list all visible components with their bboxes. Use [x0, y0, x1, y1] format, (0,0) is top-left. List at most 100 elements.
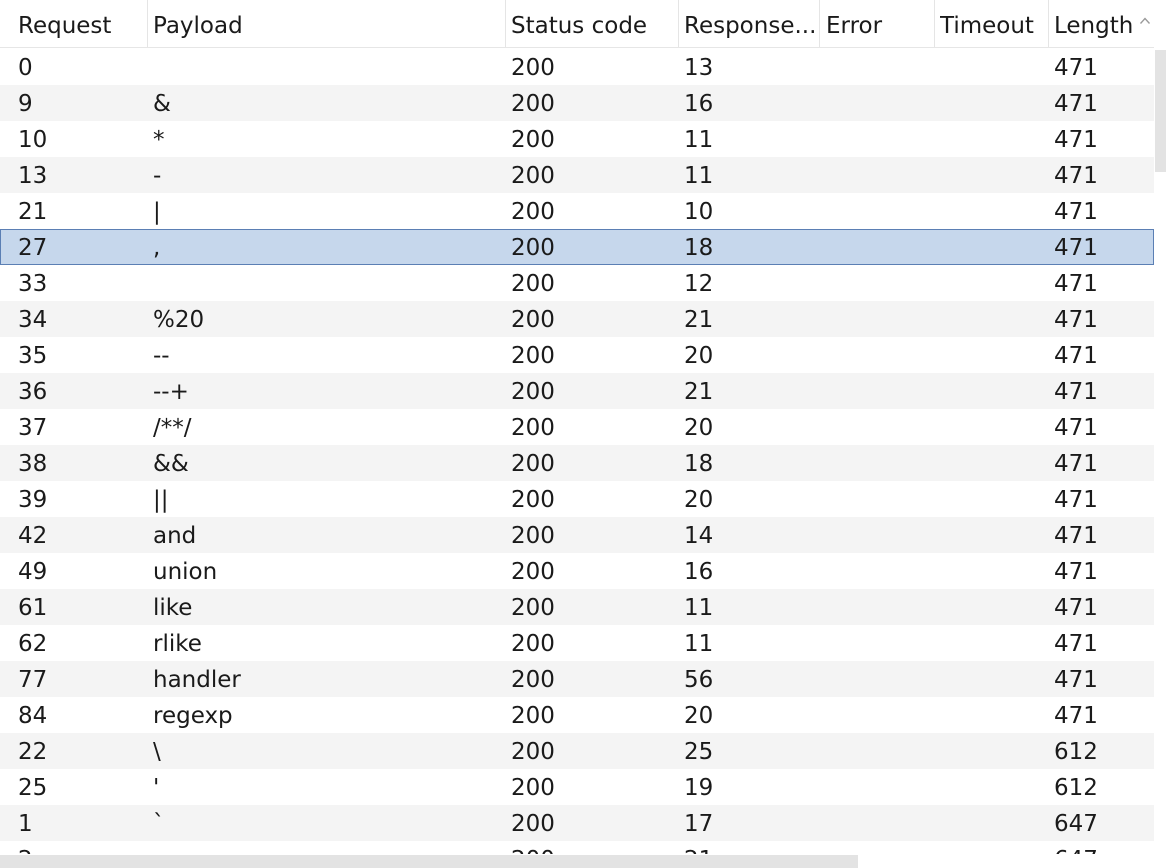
table-row[interactable]: 36 --+ 200 21 471 [0, 373, 1154, 409]
payload-cell: & [153, 91, 171, 117]
length-cell: 471 [1054, 163, 1098, 189]
request-cell: 0 [18, 55, 33, 81]
request-cell: 77 [18, 667, 48, 693]
column-header-error[interactable]: Error [826, 0, 931, 47]
chevron-up-icon[interactable] [1139, 15, 1151, 27]
status-code-cell: 200 [511, 775, 555, 801]
table-row[interactable]: 0 200 13 471 [0, 49, 1154, 85]
payload-cell: regexp [153, 703, 233, 729]
column-header-request[interactable]: Request [18, 0, 143, 47]
payload-cell: ` [153, 811, 165, 837]
request-cell: 27 [18, 235, 48, 261]
table-row[interactable]: 34 %20 200 21 471 [0, 301, 1154, 337]
request-cell: 42 [18, 523, 48, 549]
length-cell: 471 [1054, 667, 1098, 693]
table-row[interactable]: 61 like 200 11 471 [0, 589, 1154, 625]
payload-cell: %20 [153, 307, 205, 333]
vertical-scrollbar-thumb[interactable] [1155, 50, 1166, 172]
horizontal-scrollbar-thumb[interactable] [0, 855, 858, 868]
status-code-cell: 200 [511, 379, 555, 405]
status-code-cell: 200 [511, 91, 555, 117]
column-header-length[interactable]: Length [1054, 0, 1136, 47]
request-cell: 37 [18, 415, 48, 441]
column-header-status-code[interactable]: Status code [511, 0, 673, 47]
status-code-cell: 200 [511, 667, 555, 693]
length-cell: 471 [1054, 559, 1098, 585]
status-code-cell: 200 [511, 595, 555, 621]
request-cell: 36 [18, 379, 48, 405]
response-received-cell: 11 [684, 163, 714, 189]
length-cell: 471 [1054, 703, 1098, 729]
response-received-cell: 13 [684, 55, 714, 81]
response-received-cell: 12 [684, 271, 714, 297]
payload-cell: \ [153, 739, 161, 765]
length-cell: 471 [1054, 523, 1098, 549]
status-code-cell: 200 [511, 199, 555, 225]
table-row[interactable]: 62 rlike 200 11 471 [0, 625, 1154, 661]
column-header-payload[interactable]: Payload [153, 0, 498, 47]
status-code-cell: 200 [511, 343, 555, 369]
column-divider[interactable] [505, 0, 506, 47]
payload-cell: || [153, 487, 169, 513]
column-divider[interactable] [147, 0, 148, 47]
response-received-cell: 20 [684, 703, 714, 729]
payload-cell: --+ [153, 379, 189, 405]
length-cell: 471 [1054, 415, 1098, 441]
payload-cell: handler [153, 667, 241, 693]
column-header-response-received[interactable]: Response... [684, 0, 816, 47]
table-row[interactable]: 38 && 200 18 471 [0, 445, 1154, 481]
request-cell: 25 [18, 775, 48, 801]
table-row[interactable]: 22 \ 200 25 612 [0, 733, 1154, 769]
length-cell: 471 [1054, 451, 1098, 477]
response-received-cell: 18 [684, 451, 714, 477]
response-received-cell: 20 [684, 487, 714, 513]
table-row[interactable]: 10 * 200 11 471 [0, 121, 1154, 157]
column-divider[interactable] [934, 0, 935, 47]
table-row[interactable]: 13 - 200 11 471 [0, 157, 1154, 193]
table-row[interactable]: 77 handler 200 56 471 [0, 661, 1154, 697]
table-row[interactable]: 1 ` 200 17 647 [0, 805, 1154, 841]
column-divider[interactable] [678, 0, 679, 47]
table-row[interactable]: 25 ' 200 19 612 [0, 769, 1154, 805]
response-received-cell: 11 [684, 631, 714, 657]
status-code-cell: 200 [511, 271, 555, 297]
table-row[interactable]: 33 200 12 471 [0, 265, 1154, 301]
payload-cell: | [153, 199, 161, 225]
status-code-cell: 200 [511, 163, 555, 189]
column-header-timeout[interactable]: Timeout [940, 0, 1045, 47]
payload-cell: - [153, 163, 162, 189]
length-cell: 471 [1054, 199, 1098, 225]
response-received-cell: 17 [684, 811, 714, 837]
length-cell: 471 [1054, 595, 1098, 621]
response-received-cell: 20 [684, 415, 714, 441]
length-cell: 471 [1054, 127, 1098, 153]
status-code-cell: 200 [511, 235, 555, 261]
table-row[interactable]: 84 regexp 200 20 471 [0, 697, 1154, 733]
response-received-cell: 21 [684, 379, 714, 405]
column-divider[interactable] [1048, 0, 1049, 47]
table-row[interactable]: 35 -- 200 20 471 [0, 337, 1154, 373]
status-code-cell: 200 [511, 739, 555, 765]
request-cell: 34 [18, 307, 48, 333]
status-code-cell: 200 [511, 127, 555, 153]
request-cell: 21 [18, 199, 48, 225]
payload-cell: rlike [153, 631, 202, 657]
status-code-cell: 200 [511, 703, 555, 729]
table-row[interactable]: 49 union 200 16 471 [0, 553, 1154, 589]
table-row[interactable]: 21 | 200 10 471 [0, 193, 1154, 229]
status-code-cell: 200 [511, 55, 555, 81]
response-received-cell: 21 [684, 307, 714, 333]
request-cell: 35 [18, 343, 48, 369]
length-cell: 471 [1054, 55, 1098, 81]
request-cell: 1 [18, 811, 33, 837]
table-row[interactable]: 37 /**/ 200 20 471 [0, 409, 1154, 445]
status-code-cell: 200 [511, 487, 555, 513]
table-row[interactable]: 9 & 200 16 471 [0, 85, 1154, 121]
payload-cell: /**/ [153, 415, 192, 441]
request-cell: 13 [18, 163, 48, 189]
table-row[interactable]: 39 || 200 20 471 [0, 481, 1154, 517]
table-row[interactable]: 27, 200 18 471 [0, 229, 1154, 265]
length-cell: 471 [1054, 307, 1098, 333]
table-row[interactable]: 42 and 200 14 471 [0, 517, 1154, 553]
column-divider[interactable] [819, 0, 820, 47]
